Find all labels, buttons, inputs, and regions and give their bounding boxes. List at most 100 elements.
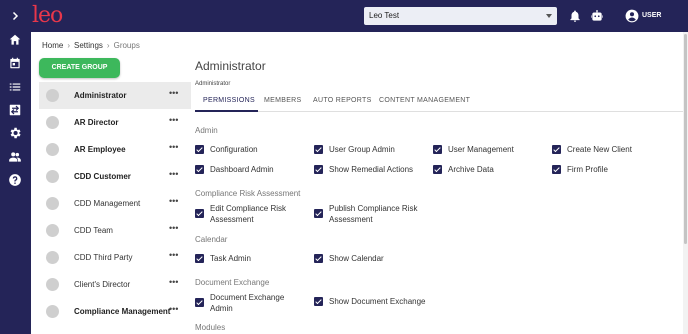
robot-icon[interactable] [590, 9, 604, 23]
checkbox-checked-icon[interactable] [552, 165, 561, 174]
permission-create-new-client[interactable]: Create New Client [552, 144, 632, 155]
checkbox-checked-icon[interactable] [314, 145, 323, 154]
home-icon[interactable] [8, 33, 22, 47]
group-name: Client's Director [74, 280, 131, 289]
group-avatar-icon [46, 116, 59, 129]
permission-show-calendar[interactable]: Show Calendar [314, 253, 384, 264]
breadcrumb-groups: Groups [113, 41, 140, 50]
left-nav-rail [0, 11, 31, 334]
settings-icon[interactable] [8, 126, 22, 140]
scrollbar-thumb[interactable] [684, 34, 687, 244]
active-tab-indicator [195, 110, 258, 112]
group-name: CDD Third Party [74, 253, 133, 262]
permission-label: Document Exchange Admin [210, 293, 285, 313]
permission-task-admin[interactable]: Task Admin [195, 253, 251, 264]
leo-logo[interactable]: leo [32, 3, 63, 29]
group-name: CDD Team [74, 226, 113, 235]
breadcrumb-settings[interactable]: Settings [74, 41, 103, 50]
checkbox-checked-icon[interactable] [195, 165, 204, 174]
tab-members[interactable]: MEMBERS [264, 97, 302, 104]
permission-label: Archive Data [448, 165, 494, 174]
permission-dashboard-admin[interactable]: Dashboard Admin [195, 164, 274, 175]
more-options-icon[interactable]: ••• [169, 304, 178, 314]
more-options-icon[interactable]: ••• [169, 196, 178, 206]
group-name: Administrator [74, 91, 127, 100]
checkbox-checked-icon[interactable] [195, 145, 204, 154]
permission-document-exchange-admin[interactable]: Document Exchange Admin [195, 292, 302, 314]
exchange-icon[interactable] [8, 103, 22, 117]
more-options-icon[interactable]: ••• [169, 88, 178, 98]
user-menu-label[interactable]: USER [642, 12, 661, 19]
checkbox-checked-icon[interactable] [433, 165, 442, 174]
list-icon[interactable] [8, 80, 22, 94]
permission-firm-profile[interactable]: Firm Profile [552, 164, 608, 175]
group-avatar-icon [46, 251, 59, 264]
section-title-compliance: Compliance Risk Assessment [195, 189, 301, 198]
permission-label: Publish Compliance Risk Assessment [329, 204, 418, 224]
checkbox-checked-icon[interactable] [195, 254, 204, 263]
group-item-cdd-management[interactable]: CDD Management ••• [39, 190, 191, 217]
breadcrumb-home[interactable]: Home [42, 41, 63, 50]
group-item-clients-director[interactable]: Client's Director ••• [39, 271, 191, 298]
checkbox-checked-icon[interactable] [433, 145, 442, 154]
checkbox-checked-icon[interactable] [195, 298, 204, 307]
group-item-cdd-customer[interactable]: CDD Customer ••• [39, 163, 191, 190]
caret-down-icon [546, 14, 552, 18]
bell-icon[interactable] [568, 9, 582, 23]
checkbox-checked-icon[interactable] [314, 254, 323, 263]
group-name: AR Director [74, 118, 119, 127]
tab-content-management[interactable]: CONTENT MANAGEMENT [379, 97, 470, 104]
group-item-compliance-management[interactable]: Compliance Management ••• [39, 298, 191, 325]
permission-user-group-admin[interactable]: User Group Admin [314, 144, 395, 155]
group-avatar-icon [46, 278, 59, 291]
group-item-ar-employee[interactable]: AR Employee ••• [39, 136, 191, 163]
more-options-icon[interactable]: ••• [169, 277, 178, 287]
more-options-icon[interactable]: ••• [169, 250, 178, 260]
section-title-document-exchange: Document Exchange [195, 278, 270, 287]
checkbox-checked-icon[interactable] [314, 209, 323, 218]
permission-archive-data[interactable]: Archive Data [433, 164, 494, 175]
permission-label: Edit Compliance Risk Assessment [210, 204, 287, 224]
permission-show-remedial-actions[interactable]: Show Remedial Actions [314, 164, 413, 175]
group-avatar-icon [46, 89, 59, 102]
account-circle-icon[interactable] [625, 9, 639, 23]
page-title: Administrator [195, 59, 266, 73]
more-options-icon[interactable]: ••• [169, 169, 178, 179]
group-item-ar-director[interactable]: AR Director ••• [39, 109, 191, 136]
more-options-icon[interactable]: ••• [169, 223, 178, 233]
help-icon[interactable] [8, 173, 22, 187]
checkbox-checked-icon[interactable] [314, 297, 323, 306]
group-avatar-icon [46, 143, 59, 156]
group-avatar-icon [46, 170, 59, 183]
group-item-cdd-third-party[interactable]: CDD Third Party ••• [39, 244, 191, 271]
group-item-administrator[interactable]: Administrator ••• [39, 82, 191, 109]
group-name: AR Employee [74, 145, 126, 154]
checkbox-checked-icon[interactable] [195, 209, 204, 218]
permission-edit-compliance-risk-assessment[interactable]: Edit Compliance Risk Assessment [195, 203, 306, 225]
permission-label: Show Document Exchange [329, 297, 426, 306]
create-group-button[interactable]: CREATE GROUP [39, 58, 120, 78]
group-item-cdd-team[interactable]: CDD Team ••• [39, 217, 191, 244]
permission-user-management[interactable]: User Management [433, 144, 514, 155]
more-options-icon[interactable]: ••• [169, 115, 178, 125]
group-name: CDD Customer [74, 172, 131, 181]
more-options-icon[interactable]: ••• [169, 142, 178, 152]
calendar-icon[interactable] [8, 56, 22, 70]
permission-publish-compliance-risk-assessment[interactable]: Publish Compliance Risk Assessment [314, 203, 429, 225]
group-tabs: PERMISSIONS MEMBERS AUTO REPORTS CONTENT… [195, 92, 683, 112]
group-avatar-icon [46, 305, 59, 318]
checkbox-checked-icon[interactable] [552, 145, 561, 154]
permission-label: Task Admin [210, 254, 251, 263]
top-bar: leo Leo Test USER [0, 0, 688, 32]
environment-select[interactable]: Leo Test [364, 7, 557, 25]
permission-label: User Management [448, 145, 514, 154]
people-icon[interactable] [8, 150, 22, 164]
group-list: Administrator ••• AR Director ••• AR Emp… [39, 82, 191, 325]
permission-label: Show Remedial Actions [329, 165, 414, 174]
checkbox-checked-icon[interactable] [314, 165, 323, 174]
tab-auto-reports[interactable]: AUTO REPORTS [313, 97, 372, 104]
permission-configuration[interactable]: Configuration [195, 144, 258, 155]
tab-permissions[interactable]: PERMISSIONS [203, 97, 255, 104]
permission-show-document-exchange[interactable]: Show Document Exchange [314, 296, 426, 307]
chevron-right-icon[interactable] [9, 10, 21, 22]
